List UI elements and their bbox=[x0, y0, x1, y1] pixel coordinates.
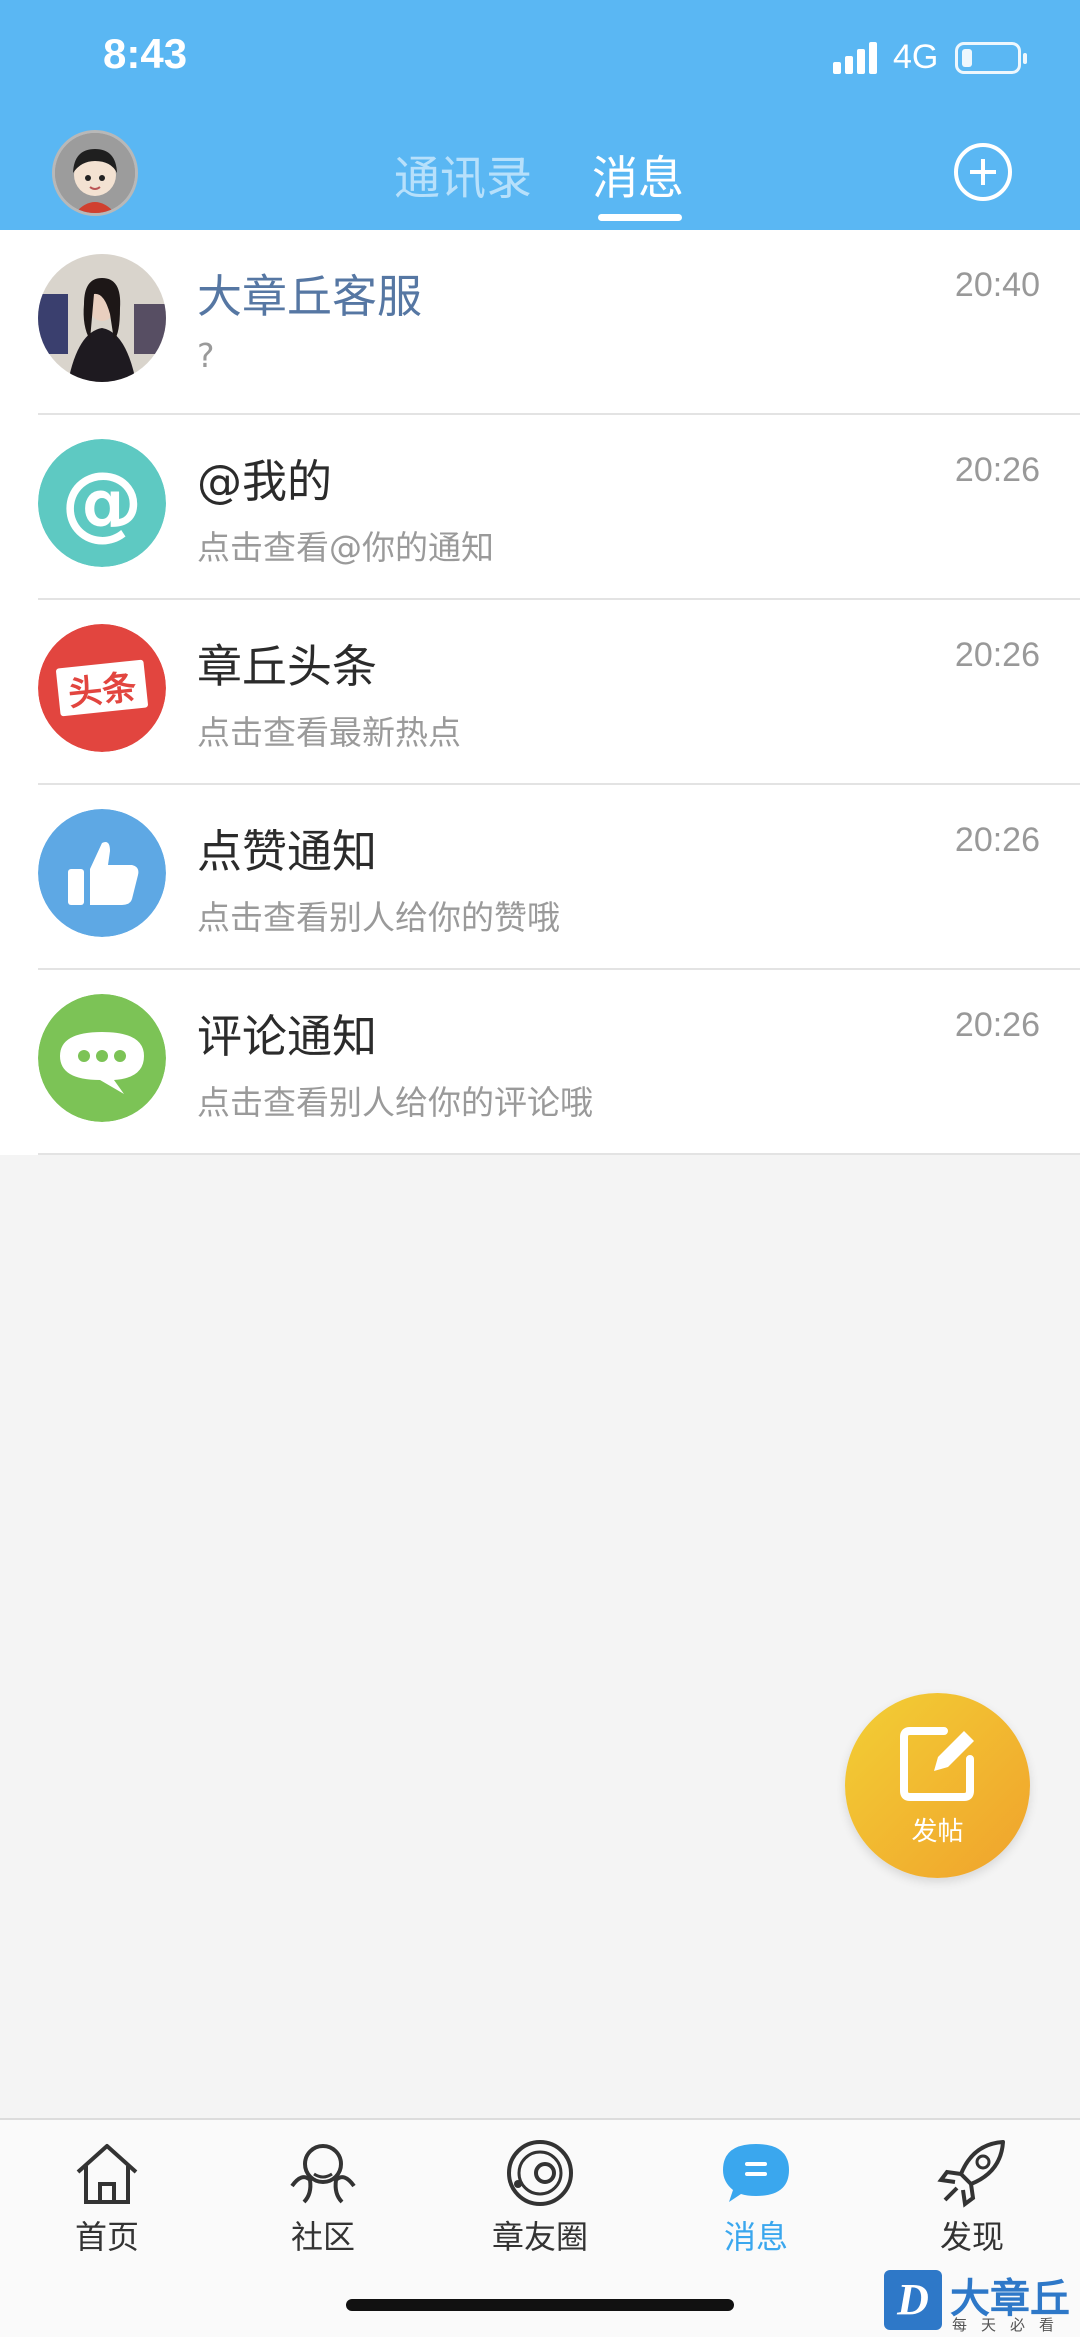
rocket-icon bbox=[937, 2140, 1005, 2208]
list-item[interactable]: 点赞通知 点击查看别人给你的赞哦 20:26 bbox=[0, 785, 1080, 970]
tabbar-item-messages[interactable]: 消息 bbox=[676, 2138, 836, 2258]
item-title: 章丘头条 bbox=[197, 640, 378, 693]
list-item[interactable]: 评论通知 点击查看别人给你的评论哦 20:26 bbox=[0, 970, 1080, 1155]
divider bbox=[38, 1153, 1080, 1155]
tabbar-label: 首页 bbox=[74, 2218, 139, 2256]
cellular-signal-icon bbox=[833, 40, 881, 74]
new-post-button[interactable]: 发帖 bbox=[845, 1693, 1030, 1878]
tabbar-item-discover[interactable]: 发现 bbox=[892, 2138, 1052, 2258]
item-title: 评论通知 bbox=[197, 1010, 378, 1063]
item-subtitle: 点击查看@你的通知 bbox=[197, 528, 494, 567]
top-header: 8:43 4G 通讯录 消息 bbox=[0, 0, 1080, 230]
message-icon bbox=[723, 2144, 789, 2202]
tabbar-item-home[interactable]: 首页 bbox=[27, 2138, 187, 2258]
item-title: 点赞通知 bbox=[197, 825, 378, 878]
item-subtitle: ? bbox=[197, 336, 215, 375]
message-list: 大章丘客服 ? 20:40 @ @我的 点击查看@你的通知 20:26 头条 章… bbox=[0, 230, 1080, 1155]
item-time: 20:26 bbox=[954, 1006, 1040, 1044]
list-item[interactable]: 头条 章丘头条 点击查看最新热点 20:26 bbox=[0, 600, 1080, 785]
new-post-label: 发帖 bbox=[911, 1817, 964, 1847]
at-icon: @ bbox=[38, 439, 166, 567]
add-button[interactable] bbox=[954, 143, 1012, 201]
item-title: 大章丘客服 bbox=[197, 270, 423, 323]
user-avatar[interactable] bbox=[52, 130, 138, 216]
brand-watermark: D 大章丘 每天必看 bbox=[880, 2266, 1080, 2337]
friends-circle-icon bbox=[507, 2140, 573, 2206]
list-item[interactable]: @ @我的 点击查看@你的通知 20:26 bbox=[0, 415, 1080, 600]
tab-messages[interactable]: 消息 bbox=[592, 142, 684, 208]
item-time: 20:26 bbox=[954, 451, 1040, 489]
thumbs-up-icon bbox=[38, 809, 166, 937]
brand-slogan: 每天必看 bbox=[952, 2316, 1069, 2334]
headline-icon: 头条 bbox=[38, 624, 166, 752]
community-icon bbox=[290, 2144, 356, 2204]
service-avatar bbox=[38, 254, 166, 382]
item-title: @我的 bbox=[197, 455, 333, 508]
edit-icon bbox=[900, 1727, 974, 1801]
battery-icon bbox=[955, 42, 1027, 74]
item-time: 20:26 bbox=[954, 636, 1040, 674]
item-time: 20:26 bbox=[954, 821, 1040, 859]
comment-icon bbox=[38, 994, 166, 1122]
svg-text:@: @ bbox=[61, 455, 143, 550]
home-icon bbox=[76, 2144, 138, 2204]
brand-logo: D bbox=[884, 2270, 942, 2330]
tabbar-item-community[interactable]: 社区 bbox=[243, 2138, 403, 2258]
tabbar-item-friends-circle[interactable]: 章友圈 bbox=[460, 2138, 620, 2258]
network-type: 4G bbox=[893, 38, 939, 76]
item-time: 20:40 bbox=[954, 266, 1040, 304]
home-indicator bbox=[346, 2299, 734, 2311]
item-subtitle: 点击查看别人给你的评论哦 bbox=[197, 1083, 593, 1122]
tabbar-label: 章友圈 bbox=[491, 2218, 588, 2256]
tab-contacts[interactable]: 通讯录 bbox=[394, 142, 532, 208]
item-subtitle: 点击查看最新热点 bbox=[197, 713, 461, 752]
tabbar-label: 发现 bbox=[939, 2218, 1004, 2256]
item-subtitle: 点击查看别人给你的赞哦 bbox=[197, 898, 560, 937]
tabbar-label: 消息 bbox=[723, 2218, 788, 2256]
list-item[interactable]: 大章丘客服 ? 20:40 bbox=[0, 230, 1080, 415]
status-time: 8:43 bbox=[103, 30, 188, 77]
headline-badge-text: 头条 bbox=[66, 668, 138, 715]
active-tab-indicator bbox=[598, 214, 682, 221]
tabbar-label: 社区 bbox=[290, 2218, 355, 2256]
